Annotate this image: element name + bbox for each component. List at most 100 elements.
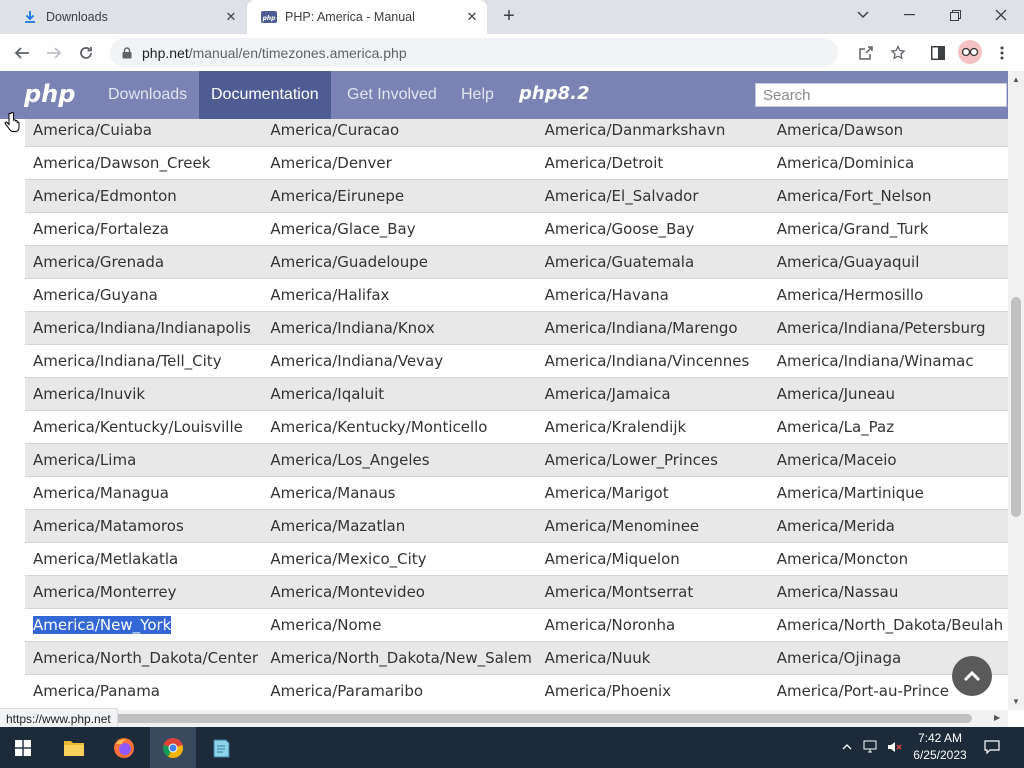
- browser-tab-strip: Downloads ✕ php PHP: America - Manual ✕ …: [0, 0, 1024, 34]
- timezone-cell: America/Hermosillo: [768, 278, 1008, 312]
- timezone-cell: America/Maceio: [768, 443, 1008, 477]
- timezone-cell: America/North_Dakota/Center: [25, 641, 263, 675]
- timezone-name: America/Mazatlan: [270, 517, 406, 535]
- scroll-to-top-button[interactable]: [952, 656, 992, 696]
- timezone-name: America/Hermosillo: [776, 286, 924, 304]
- timezone-name: America/Indiana/Knox: [270, 319, 435, 337]
- php-site-header: php Downloads Documentation Get Involved…: [0, 71, 1008, 119]
- timezone-row: America/New_York America/Nome America/Noro…: [25, 608, 1008, 642]
- firefox-icon[interactable]: [101, 727, 147, 768]
- windows-start-icon[interactable]: [0, 727, 46, 768]
- vertical-scrollbar[interactable]: ▲ ▼: [1008, 71, 1024, 710]
- tab-php-america-manual[interactable]: php PHP: America - Manual ✕: [247, 0, 487, 34]
- timezone-row: America/Indiana/Tell_City America/Indiana…: [25, 344, 1008, 378]
- lock-icon[interactable]: [120, 46, 134, 60]
- timezone-name: America/Montevideo: [270, 583, 425, 601]
- scroll-right-arrow-icon[interactable]: ▶: [994, 713, 1000, 722]
- timezone-name: America/Metlakatla: [33, 550, 179, 568]
- notifications-icon[interactable]: [983, 739, 1001, 755]
- timezone-name: America/Ojinaga: [776, 649, 902, 667]
- address-bar[interactable]: php.net/manual/en/timezones.america.php: [110, 38, 838, 67]
- timezone-cell: America/Guayaquil: [768, 245, 1008, 279]
- close-tab-icon[interactable]: ✕: [463, 8, 481, 26]
- timezone-cell: America/Paramaribo: [262, 674, 537, 708]
- timezone-name: America/Noronha: [544, 616, 676, 634]
- timezone-cell: America/Indiana/Indianapolis: [25, 311, 263, 345]
- timezone-name: America/Iqaluit: [270, 385, 385, 403]
- close-tab-icon[interactable]: ✕: [222, 8, 240, 26]
- share-icon[interactable]: [857, 44, 875, 62]
- timezone-cell: America/Manaus: [262, 476, 537, 510]
- reload-icon[interactable]: [73, 40, 99, 66]
- timezone-table: America/Cuiaba America/Curacao America/Dan…: [25, 119, 1008, 708]
- chrome-icon[interactable]: [150, 727, 196, 768]
- timezone-name: America/Guadeloupe: [270, 253, 428, 271]
- timezone-name: America/North_Dakota/New_Salem: [270, 649, 532, 667]
- horizontal-scrollbar[interactable]: ▶: [0, 710, 1008, 727]
- tab-search-chevron-icon[interactable]: [840, 0, 886, 30]
- timezone-cell: America/Moncton: [768, 542, 1008, 576]
- nav-get-involved[interactable]: Get Involved: [335, 71, 449, 119]
- timezone-cell: America/Danmarkshavn: [536, 119, 769, 147]
- timezone-cell: America/Dawson_Creek: [25, 146, 263, 180]
- nav-help[interactable]: Help: [449, 71, 506, 119]
- url-host: php.net: [142, 44, 189, 61]
- nav-documentation[interactable]: Documentation: [199, 71, 331, 119]
- timezone-name: America/Glace_Bay: [270, 220, 416, 238]
- timezone-name: America/Inuvik: [33, 385, 146, 403]
- timezone-row: America/Grenada America/Guadeloupe America…: [25, 245, 1008, 279]
- timezone-cell: America/Indiana/Vincennes: [536, 344, 769, 378]
- tab-downloads[interactable]: Downloads ✕: [8, 0, 246, 34]
- scroll-down-arrow-icon[interactable]: ▼: [1012, 697, 1020, 706]
- timezone-row: America/Fortaleza America/Glace_Bay Americ…: [25, 212, 1008, 246]
- back-arrow-icon[interactable]: [9, 40, 35, 66]
- timezone-cell: America/Nassau: [768, 575, 1008, 609]
- side-panel-icon[interactable]: [929, 44, 947, 62]
- timezone-name: America/Indiana/Vincennes: [544, 352, 750, 370]
- timezone-name: America/Goose_Bay: [544, 220, 695, 238]
- timezone-cell: America/Panama: [25, 674, 263, 708]
- profile-avatar[interactable]: [958, 40, 982, 64]
- restore-icon[interactable]: [932, 0, 978, 30]
- timezone-cell: America/Indiana/Tell_City: [25, 344, 263, 378]
- show-hidden-icons-chevron-icon[interactable]: [838, 739, 856, 755]
- menu-kebab-icon[interactable]: [993, 44, 1011, 62]
- search-input[interactable]: Search: [755, 83, 1007, 107]
- forward-arrow-icon[interactable]: [41, 40, 67, 66]
- timezone-cell: America/Grenada: [25, 245, 263, 279]
- timezone-cell: America/Edmonton: [25, 179, 263, 213]
- timezone-name: America/Indiana/Winamac: [776, 352, 974, 370]
- notepad-app-icon[interactable]: [198, 727, 244, 768]
- horizontal-scrollbar-thumb[interactable]: [14, 714, 972, 723]
- timezone-name: America/Fortaleza: [33, 220, 169, 238]
- timezone-cell: America/Detroit: [536, 146, 769, 180]
- timezone-name: America/Kentucky/Louisville: [33, 418, 243, 436]
- php-logo[interactable]: php: [24, 80, 75, 108]
- url-text: php.net/manual/en/timezones.america.php: [142, 45, 407, 61]
- timezone-cell: America/Guatemala: [536, 245, 769, 279]
- volume-muted-icon[interactable]: [886, 739, 904, 755]
- timezone-name: America/Curacao: [270, 121, 400, 139]
- network-icon[interactable]: [862, 739, 880, 755]
- timezone-name: America/Grenada: [33, 253, 165, 271]
- close-window-icon[interactable]: [978, 0, 1024, 30]
- timezone-name: America/Lower_Princes: [544, 451, 718, 469]
- minimize-icon[interactable]: [886, 0, 932, 30]
- vertical-scrollbar-thumb[interactable]: [1011, 297, 1021, 517]
- nav-downloads[interactable]: Downloads: [96, 71, 199, 119]
- timezone-name: America/Panama: [33, 682, 160, 701]
- bookmark-star-icon[interactable]: [889, 44, 907, 62]
- timezone-cell: America/Managua: [25, 476, 263, 510]
- file-explorer-icon[interactable]: [51, 727, 97, 768]
- timezone-row: America/Kentucky/Louisville America/Kentu…: [25, 410, 1008, 444]
- timezone-name: America/New_York: [33, 616, 172, 634]
- timezone-cell: America/Indiana/Winamac: [768, 344, 1008, 378]
- timezone-cell: America/North_Dakota/Beulah: [768, 608, 1008, 642]
- php-8-2-promo[interactable]: php8.2: [519, 83, 589, 104]
- timezone-row: America/Lima America/Los_Angeles America/L…: [25, 443, 1008, 477]
- taskbar-clock[interactable]: 7:42 AM 6/25/2023: [912, 730, 968, 764]
- new-tab-plus-icon[interactable]: +: [498, 5, 520, 27]
- scroll-up-arrow-icon[interactable]: ▲: [1012, 75, 1020, 84]
- timezone-name: America/Indiana/Vevay: [270, 352, 444, 370]
- timezone-cell: America/Dawson: [768, 119, 1008, 147]
